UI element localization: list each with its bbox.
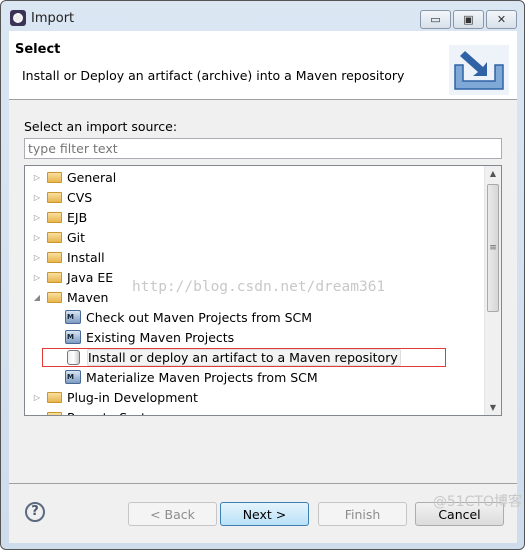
- folder-icon: [47, 171, 62, 183]
- tree-item-label: General: [67, 169, 117, 185]
- close-button[interactable]: ✕: [486, 10, 517, 29]
- tree-item[interactable]: ▷ Install: [31, 247, 105, 267]
- tree-item-label: Maven: [67, 289, 109, 305]
- tree-item-label: Git: [67, 229, 86, 245]
- scroll-up-arrow[interactable]: ▲: [485, 169, 501, 178]
- tree-item[interactable]: M Check out Maven Projects from SCM: [65, 307, 312, 327]
- scrollbar-thumb[interactable]: ≡: [487, 184, 499, 312]
- tree-item-label: Java EE: [67, 269, 114, 285]
- tree-item[interactable]: ▷ Plug-in Development: [31, 387, 198, 407]
- filter-input[interactable]: [24, 138, 502, 159]
- import-source-tree[interactable]: http://blog.csdn.net/dream361 ▲ ≡ ▼ ▷ Gen…: [24, 165, 502, 416]
- folder-icon: [47, 191, 62, 203]
- back-button[interactable]: < Back: [128, 502, 217, 526]
- expand-arrow-icon[interactable]: ▷: [31, 413, 43, 416]
- finish-button[interactable]: Finish: [318, 502, 407, 526]
- tree-item[interactable]: ▷ General: [31, 167, 116, 187]
- dialog-body: Select Install or Deploy an artifact (ar…: [9, 31, 517, 543]
- folder-icon: [47, 231, 62, 243]
- vertical-scrollbar[interactable]: ▲ ≡ ▼: [484, 166, 501, 415]
- expand-arrow-icon[interactable]: ▷: [31, 173, 43, 182]
- expand-arrow-icon[interactable]: ▷: [31, 253, 43, 262]
- tree-item[interactable]: ▷ Remote Systems: [31, 407, 172, 416]
- footer-separator: [9, 483, 517, 484]
- maximize-button[interactable]: ▣: [453, 10, 484, 29]
- tree-item[interactable]: M Materialize Maven Projects from SCM: [65, 367, 318, 387]
- tree-item[interactable]: ▷ CVS: [31, 187, 92, 207]
- tree-item[interactable]: ▷ EJB: [31, 207, 87, 227]
- maven-project-icon: M: [65, 370, 81, 384]
- tree-item-label: Materialize Maven Projects from SCM: [86, 369, 318, 385]
- maven-project-icon: M: [65, 310, 81, 324]
- tree-item[interactable]: ◢ Maven: [31, 287, 109, 307]
- title-bar: Import ▭ ▣ ✕: [1, 1, 524, 31]
- folder-icon: [47, 391, 62, 403]
- tree-item-label: EJB: [67, 209, 88, 225]
- eclipse-icon: [10, 10, 26, 26]
- maven-project-icon: M: [65, 330, 81, 344]
- tree-item-label: Remote Systems: [67, 410, 172, 416]
- tree-item-label: Check out Maven Projects from SCM: [86, 309, 313, 325]
- tree-item-label: Install or deploy an artifact to a Maven…: [87, 348, 401, 366]
- help-icon[interactable]: ?: [25, 502, 45, 522]
- import-source-label: Select an import source:: [24, 119, 178, 134]
- tree-item-label: Plug-in Development: [67, 389, 198, 405]
- page-description: Install or Deploy an artifact (archive) …: [22, 68, 405, 83]
- next-button[interactable]: Next >: [220, 502, 309, 526]
- page-title: Select: [15, 42, 61, 57]
- tree-item[interactable]: ▷ Java EE: [31, 267, 113, 287]
- wizard-header: Select Install or Deploy an artifact (ar…: [9, 31, 517, 100]
- import-wizard-icon: [449, 45, 509, 95]
- folder-icon: [47, 411, 62, 415]
- expand-arrow-icon[interactable]: ▷: [31, 193, 43, 202]
- minimize-button[interactable]: ▭: [420, 10, 451, 29]
- folder-icon: [47, 291, 62, 303]
- scroll-down-arrow[interactable]: ▼: [485, 403, 501, 412]
- tree-item-label: CVS: [67, 189, 93, 205]
- collapse-arrow-icon[interactable]: ◢: [31, 293, 43, 302]
- expand-arrow-icon[interactable]: ▷: [31, 273, 43, 282]
- tree-item[interactable]: M Existing Maven Projects: [65, 327, 234, 347]
- tree-item[interactable]: ▷ Git: [31, 227, 85, 247]
- corner-watermark: @51CTO博客: [432, 494, 522, 510]
- folder-icon: [47, 211, 62, 223]
- import-dialog: Import ▭ ▣ ✕ Select Install or Deploy an…: [0, 0, 525, 550]
- folder-icon: [47, 251, 62, 263]
- watermark: http://blog.csdn.net/dream361: [132, 279, 386, 295]
- tree-item[interactable]: Install or deploy an artifact to a Maven…: [65, 347, 401, 367]
- expand-arrow-icon[interactable]: ▷: [31, 393, 43, 402]
- window-title: Import: [31, 11, 75, 26]
- jar-icon: [67, 349, 80, 365]
- tree-item-label: Existing Maven Projects: [86, 329, 235, 345]
- folder-icon: [47, 271, 62, 283]
- expand-arrow-icon[interactable]: ▷: [31, 233, 43, 242]
- expand-arrow-icon[interactable]: ▷: [31, 213, 43, 222]
- tree-item-label: Install: [67, 249, 105, 265]
